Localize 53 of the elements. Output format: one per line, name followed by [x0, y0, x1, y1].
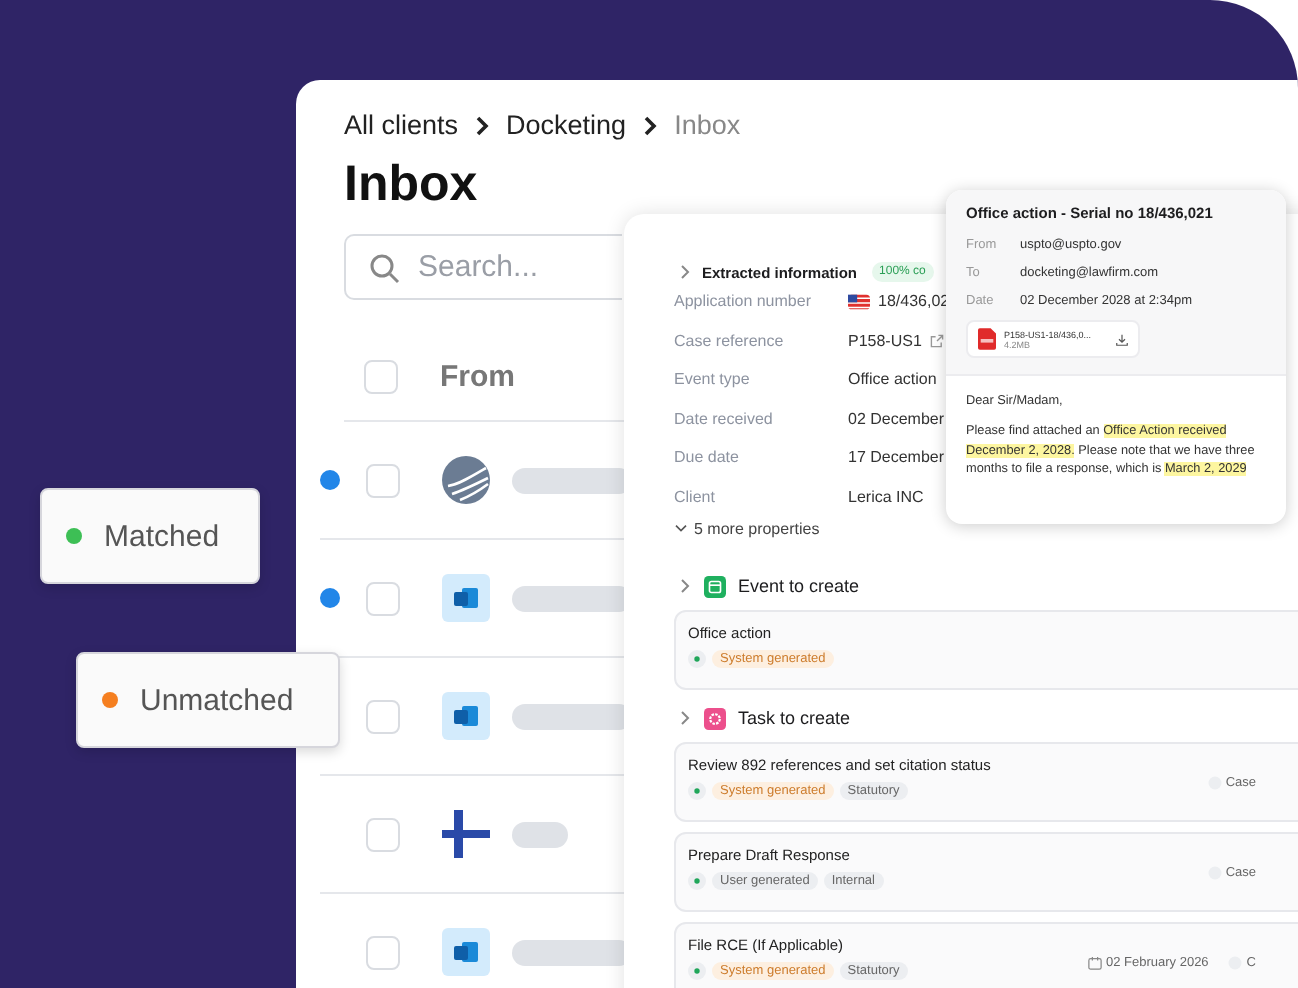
property-value: 18/436,02	[878, 292, 950, 311]
status-dot-icon	[688, 782, 706, 800]
page-title: Inbox	[344, 156, 478, 214]
search-field[interactable]: Search...	[344, 234, 622, 300]
column-header: From	[440, 359, 515, 393]
breadcrumb-link[interactable]: All clients	[344, 110, 459, 140]
pdf-file-icon	[978, 328, 996, 350]
breadcrumb-link[interactable]: Docketing	[506, 110, 627, 140]
property-value: P158-US1	[848, 331, 922, 350]
more-properties-link[interactable]: 5 more properties	[674, 516, 1298, 540]
chevron-icon	[642, 115, 659, 135]
status-label: Unmatched	[140, 683, 294, 717]
mail-app-icon	[442, 928, 490, 976]
text-placeholder-bar	[512, 821, 568, 847]
chevron-down-icon	[674, 523, 688, 533]
chevron-icon[interactable]	[680, 264, 692, 280]
status-dot-icon	[688, 650, 706, 668]
checkbox[interactable]	[366, 699, 400, 733]
status-dot-icon	[688, 962, 706, 980]
chevron-icon[interactable]	[680, 578, 692, 594]
download-icon[interactable]	[1115, 333, 1128, 345]
mail-app-icon	[442, 692, 490, 740]
status-dot-icon	[688, 872, 706, 890]
property-value: Office action	[848, 370, 937, 389]
checkbox[interactable]	[366, 463, 400, 497]
status-label: Matched	[104, 519, 220, 553]
search-icon	[368, 252, 400, 284]
property-label: Event type	[674, 370, 752, 389]
property-value: 17 December	[848, 448, 945, 467]
property-label: Client	[674, 487, 717, 506]
checkbox[interactable]	[366, 817, 400, 851]
flag-icon	[442, 810, 490, 858]
checkbox[interactable]	[364, 359, 398, 393]
section-title: Task to create	[738, 708, 851, 728]
external-link-icon[interactable]	[929, 333, 944, 348]
breadcrumb-link[interactable]: Inbox	[674, 110, 741, 140]
us-flag-icon	[848, 293, 870, 310]
checkbox[interactable]	[366, 581, 400, 615]
mail-app-icon	[442, 574, 490, 622]
calendar-icon	[704, 575, 726, 597]
chevron-icon[interactable]	[680, 710, 692, 726]
checkbox[interactable]	[366, 935, 400, 969]
property-label: Case reference	[674, 331, 786, 350]
calendar-icon	[1087, 956, 1102, 970]
gear-icon	[704, 707, 726, 729]
property-value: Lerica INC	[848, 487, 924, 506]
property-value: 02 December	[848, 409, 945, 428]
property-label: Due date	[674, 448, 741, 467]
section-title: Event to create	[738, 576, 860, 596]
property-label: Date received	[674, 409, 775, 428]
globe-logo-icon	[442, 456, 490, 504]
chevron-icon	[474, 115, 491, 135]
property-label: Application number	[674, 292, 813, 311]
